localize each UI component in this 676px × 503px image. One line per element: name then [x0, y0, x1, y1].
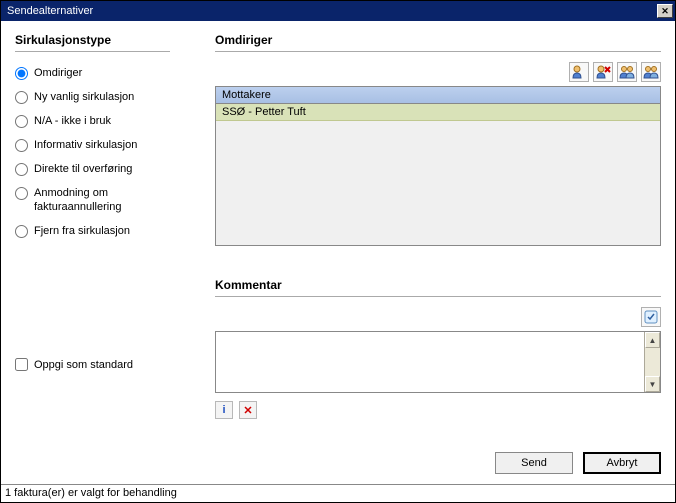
status-bar: 1 faktura(er) er valgt for behandling	[1, 484, 675, 502]
dialog-window: Sendealternativer ✕ Sirkulasjonstype Omd…	[0, 0, 676, 503]
right-panel: Omdiriger Mottakere SSØ - Petter Tuft	[215, 33, 661, 438]
radio-input[interactable]	[15, 225, 28, 238]
remove-user-button[interactable]	[593, 62, 613, 82]
group-icon	[619, 64, 635, 80]
edit-icon	[643, 309, 659, 325]
redirect-title: Omdiriger	[215, 33, 661, 47]
cancel-button[interactable]: Avbryt	[583, 452, 661, 474]
comment-textarea-container: ▲ ▼	[215, 331, 661, 393]
radio-label: Informativ sirkulasjon	[34, 138, 137, 152]
radio-input[interactable]	[15, 115, 28, 128]
comment-section: Kommentar ▲ ▼ i ✕	[215, 278, 661, 419]
delete-button[interactable]: ✕	[239, 401, 257, 419]
divider	[15, 51, 170, 52]
info-icon: i	[222, 404, 225, 416]
radio-input[interactable]	[15, 163, 28, 176]
recipient-toolbar	[215, 62, 661, 82]
radio-label: Omdiriger	[34, 66, 82, 80]
list-item[interactable]: SSØ - Petter Tuft	[216, 104, 660, 121]
radio-omdiriger[interactable]: Omdiriger	[15, 66, 195, 80]
status-text: 1 faktura(er) er valgt for behandling	[5, 487, 177, 499]
button-bar: Send Avbryt	[1, 446, 675, 484]
close-button[interactable]: ✕	[657, 4, 673, 18]
chevron-up-icon: ▲	[649, 336, 657, 345]
radio-label: Anmodning om fakturaannullering	[34, 186, 195, 214]
add-user-button[interactable]	[569, 62, 589, 82]
person-remove-icon	[595, 64, 611, 80]
radio-label: Ny vanlig sirkulasjon	[34, 90, 134, 104]
scroll-down-button[interactable]: ▼	[645, 376, 660, 392]
default-checkbox-row[interactable]: Oppgi som standard	[15, 358, 195, 371]
radio-na[interactable]: N/A - ikke i bruk	[15, 114, 195, 128]
titlebar: Sendealternativer ✕	[1, 1, 675, 21]
default-checkbox[interactable]	[15, 358, 28, 371]
person-add-icon	[571, 64, 587, 80]
radio-input[interactable]	[15, 67, 28, 80]
delete-icon: ✕	[243, 404, 252, 417]
circulation-type-group: Omdiriger Ny vanlig sirkulasjon N/A - ik…	[15, 66, 195, 238]
send-button[interactable]: Send	[495, 452, 573, 474]
scroll-up-button[interactable]: ▲	[645, 332, 660, 348]
radio-informativ[interactable]: Informativ sirkulasjon	[15, 138, 195, 152]
radio-input[interactable]	[15, 139, 28, 152]
divider	[215, 296, 661, 297]
radio-ny-vanlig[interactable]: Ny vanlig sirkulasjon	[15, 90, 195, 104]
window-title: Sendealternativer	[7, 5, 93, 17]
info-button[interactable]: i	[215, 401, 233, 419]
radio-anmodning[interactable]: Anmodning om fakturaannullering	[15, 186, 195, 214]
comment-textarea[interactable]	[216, 332, 644, 392]
comment-title: Kommentar	[215, 278, 661, 292]
radio-direkte[interactable]: Direkte til overføring	[15, 162, 195, 176]
radio-input[interactable]	[15, 187, 28, 200]
edit-comment-button[interactable]	[641, 307, 661, 327]
divider	[215, 51, 661, 52]
radio-label: N/A - ikke i bruk	[34, 114, 111, 128]
recipients-list[interactable]: Mottakere SSØ - Petter Tuft	[215, 86, 661, 246]
comment-toolbar	[215, 307, 661, 327]
content-area: Sirkulasjonstype Omdiriger Ny vanlig sir…	[1, 21, 675, 446]
radio-fjern[interactable]: Fjern fra sirkulasjon	[15, 224, 195, 238]
group-icon	[643, 64, 659, 80]
radio-label: Fjern fra sirkulasjon	[34, 224, 130, 238]
group-button-1[interactable]	[617, 62, 637, 82]
scrollbar[interactable]: ▲ ▼	[644, 332, 660, 392]
radio-label: Direkte til overføring	[34, 162, 132, 176]
radio-input[interactable]	[15, 91, 28, 104]
chevron-down-icon: ▼	[649, 380, 657, 389]
comment-action-row: i ✕	[215, 401, 661, 419]
left-panel: Sirkulasjonstype Omdiriger Ny vanlig sir…	[15, 33, 195, 438]
group-button-2[interactable]	[641, 62, 661, 82]
default-checkbox-label: Oppgi som standard	[34, 359, 133, 371]
circulation-type-title: Sirkulasjonstype	[15, 33, 195, 47]
list-header: Mottakere	[216, 87, 660, 104]
close-icon: ✕	[661, 6, 669, 17]
